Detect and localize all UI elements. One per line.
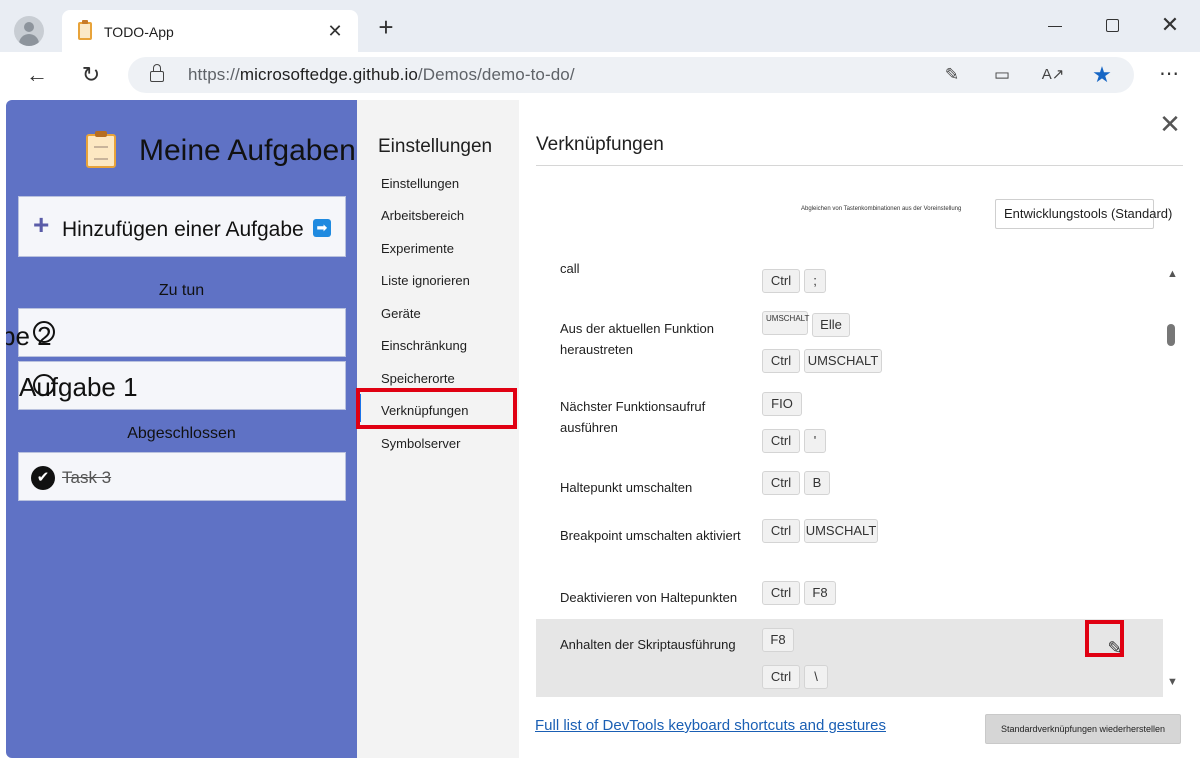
settings-title: Einstellungen [378,136,493,157]
sidebar-item-throttling[interactable]: Einschränkung [381,338,467,353]
scroll-down-icon[interactable]: ▼ [1167,676,1178,688]
shortcut-key[interactable]: Ctrl [762,471,800,495]
tab-title: TODO-App [104,24,174,40]
scrollbar[interactable]: ▲ ▼ [1164,266,1180,696]
shortcut-key[interactable]: \ [804,665,828,689]
lock-icon[interactable] [150,64,164,82]
read-aloud-icon[interactable]: A↗ [1041,63,1065,87]
preset-dropdown[interactable]: Entwicklungstools (Standard) [995,199,1172,229]
immersive-reader-icon[interactable]: ✎ [940,63,964,87]
table-row-hover [536,619,1163,697]
minimize-button[interactable] [1042,12,1070,40]
shortcut-key[interactable]: Ctrl [762,429,800,453]
maximize-button[interactable] [1099,12,1127,40]
todo-section-title: Zu tun [158,282,205,299]
shortcut-key[interactable]: B [804,471,830,495]
restore-defaults-button[interactable]: Standardverknüpfungen wiederherstellen [985,714,1181,744]
sidebar-item-devices[interactable]: Geräte [381,306,421,321]
task-checkbox[interactable] [33,321,55,343]
highlight-box [1085,620,1124,657]
shortcut-name: Anhalten der Skriptausführung [560,637,736,652]
shortcut-key[interactable]: Elle [812,313,850,337]
task-label: Task 3 [62,468,112,487]
new-tab-button[interactable]: + [374,14,398,40]
browser-toolbar: ← ↻ https://microsoftedge.github.io/Demo… [0,52,1200,98]
todo-app: Meine Aufgaben + Hinzufügen einer Aufgab… [6,100,357,758]
shortcut-key[interactable]: ' [804,429,826,453]
sidebar-item-preferences[interactable]: Einstellungen [381,176,459,191]
sidebar-item-workspace[interactable]: Arbeitsbereich [381,208,464,223]
scrollbar-thumb[interactable] [1167,324,1175,346]
sidebar-item-experiments[interactable]: Experimente [381,241,454,256]
back-arrow-icon[interactable]: ← [22,60,52,90]
sidebar-item-symbol-server[interactable]: Symbolserver [381,436,460,451]
settings-sidebar: Einstellungen Einstellungen Arbeitsberei… [357,100,519,758]
shortcut-key[interactable]: Ctrl [762,349,800,373]
profile-avatar[interactable] [14,16,44,46]
clipboard-icon [78,20,92,40]
shortcut-key[interactable]: F8 [804,581,836,605]
window-close-button[interactable]: ✕ [1156,12,1184,40]
shortcut-key[interactable]: Ctrl [762,269,800,293]
reload-icon[interactable]: ↻ [76,60,106,90]
shortcut-key[interactable]: Ctrl [762,665,800,689]
url-text[interactable]: https://microsoftedge.github.io/Demos/de… [188,65,575,85]
shortcut-name: Haltepunkt umschalten [560,480,693,495]
divider [536,165,1183,166]
favorite-star-icon[interactable]: ★ [1090,63,1114,87]
shortcut-name: call [560,261,580,276]
task-checkbox[interactable] [33,374,55,396]
arrow-right-icon: ➡ [313,219,331,237]
task-item-done[interactable]: ✔ Task 3 [18,452,346,501]
scroll-up-icon[interactable]: ▲ [1167,268,1178,280]
highlight-box [356,388,517,429]
task-item[interactable]: be 2 [6,308,346,357]
more-menu-icon[interactable]: ⋯ [1156,61,1182,87]
sidebar-item-ignore-list[interactable]: Liste ignorieren [381,273,470,288]
task-item[interactable]: Aufgabe 1 [18,361,346,410]
close-tab-icon[interactable]: ✕ [324,20,346,42]
shortcut-name: Nächster Funktionsaufruf ausführen [560,399,706,435]
shortcut-key[interactable]: ; [804,269,826,293]
shortcut-key[interactable]: UMSCHALT [804,519,878,543]
sidebar-item-locations[interactable]: Speicherorte [381,371,455,386]
tab-strip: TODO-App ✕ + ✕ [0,0,1200,52]
panel-title: Verknüpfungen [536,134,664,155]
shortcuts-panel: ✕ Verknüpfungen Abgleichen von Tastenkom… [519,100,1200,758]
shortcut-name: Deaktivieren von Haltepunkten [560,590,738,605]
shortcut-key[interactable]: Ctrl [762,581,800,605]
checkmark-icon[interactable]: ✔ [31,466,55,490]
done-section-title: Abgeschlossen [127,425,236,442]
shortcut-name: Breakpoint umschalten aktiviert [560,528,741,543]
shortcut-key[interactable]: UMSCHALT [762,311,809,335]
shortcut-key[interactable]: UMSCHALT [804,349,882,373]
shortcut-key[interactable]: FIO [762,392,802,416]
preset-label: Abgleichen von Tastenkombinationen aus d… [801,206,962,212]
clipboard-icon [86,131,116,168]
add-task-label: Hinzufügen einer Aufgabe [62,218,304,241]
shortcut-name: Aus der aktuellen Funktion heraustreten [560,321,714,357]
add-task-button[interactable]: + Hinzufügen einer Aufgabe ➡ [18,196,346,257]
page-title: Meine Aufgaben [139,134,356,167]
shortcut-key[interactable]: F8 [762,628,794,652]
shortcut-key[interactable]: Ctrl [762,519,800,543]
full-list-link[interactable]: Full list of DevTools keyboard shortcuts… [535,717,886,734]
browser-tab[interactable]: TODO-App ✕ [62,10,358,52]
close-icon[interactable]: ✕ [1158,111,1182,137]
plus-icon: + [33,209,50,240]
address-bar[interactable]: https://microsoftedge.github.io/Demos/de… [128,57,1134,93]
collections-icon[interactable]: ▭ [990,63,1014,87]
